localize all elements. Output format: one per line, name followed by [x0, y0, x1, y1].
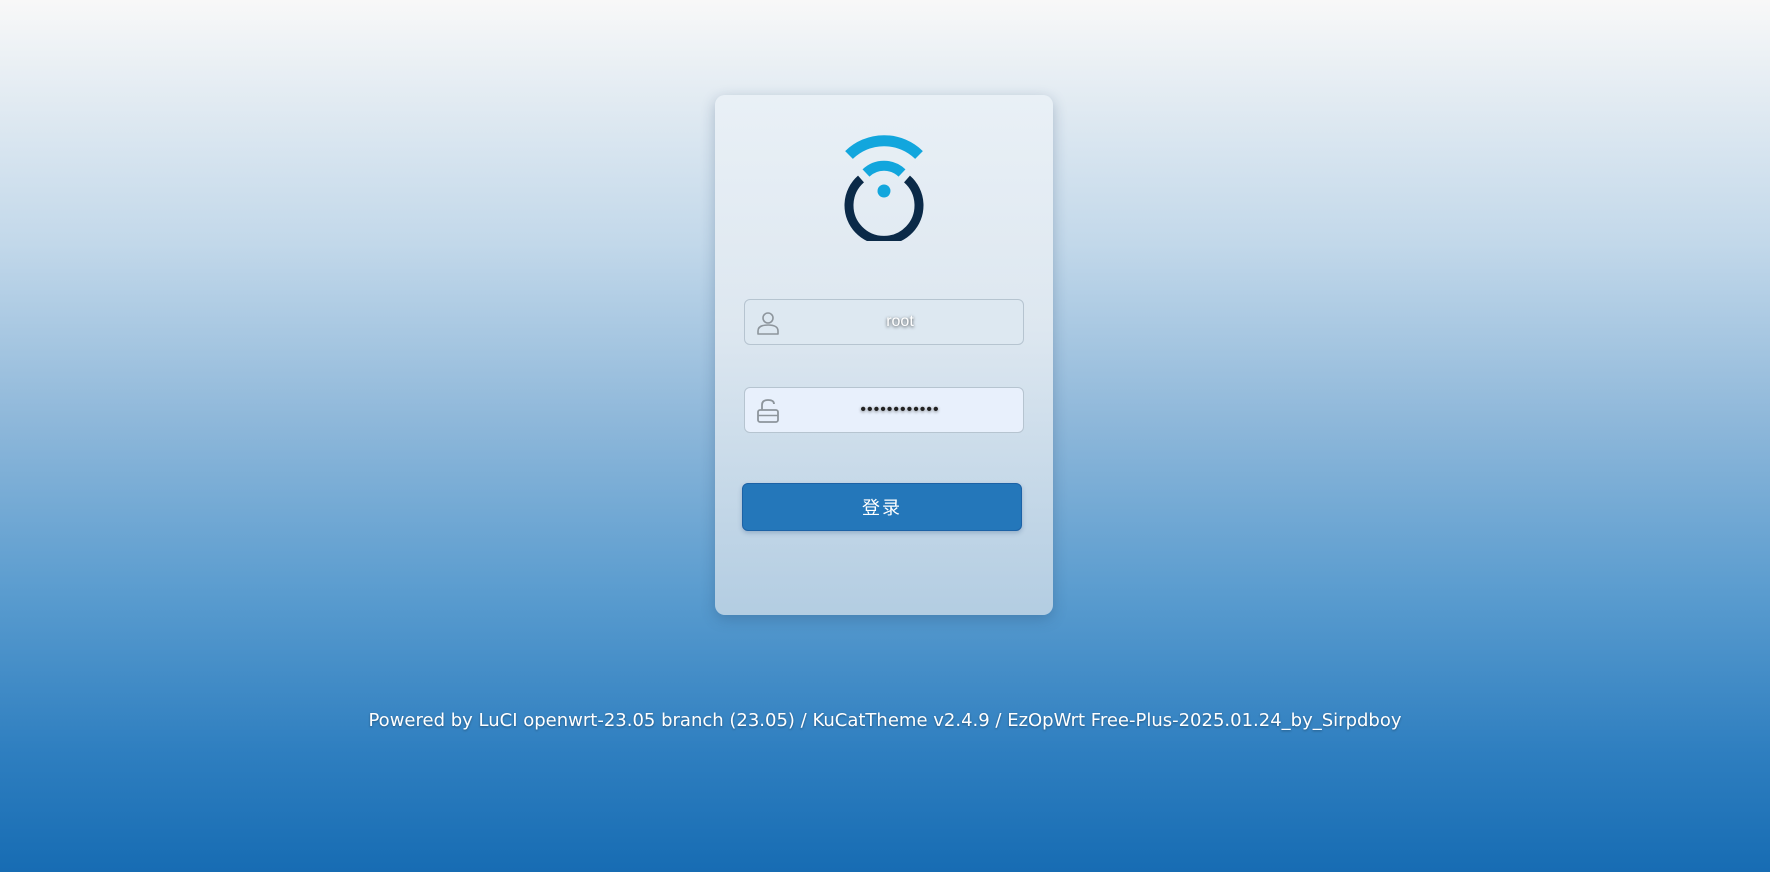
password-input[interactable] [791, 388, 1009, 432]
wifi-logo-icon [844, 135, 924, 241]
username-input[interactable] [791, 300, 1009, 344]
footer-text: Powered by LuCI openwrt-23.05 branch (23… [368, 710, 1402, 731]
login-card: 登录 [715, 95, 1053, 615]
username-field [744, 299, 1024, 345]
login-button[interactable]: 登录 [742, 483, 1022, 531]
user-icon [757, 312, 779, 335]
password-field [744, 387, 1024, 433]
unlock-icon [757, 399, 779, 423]
